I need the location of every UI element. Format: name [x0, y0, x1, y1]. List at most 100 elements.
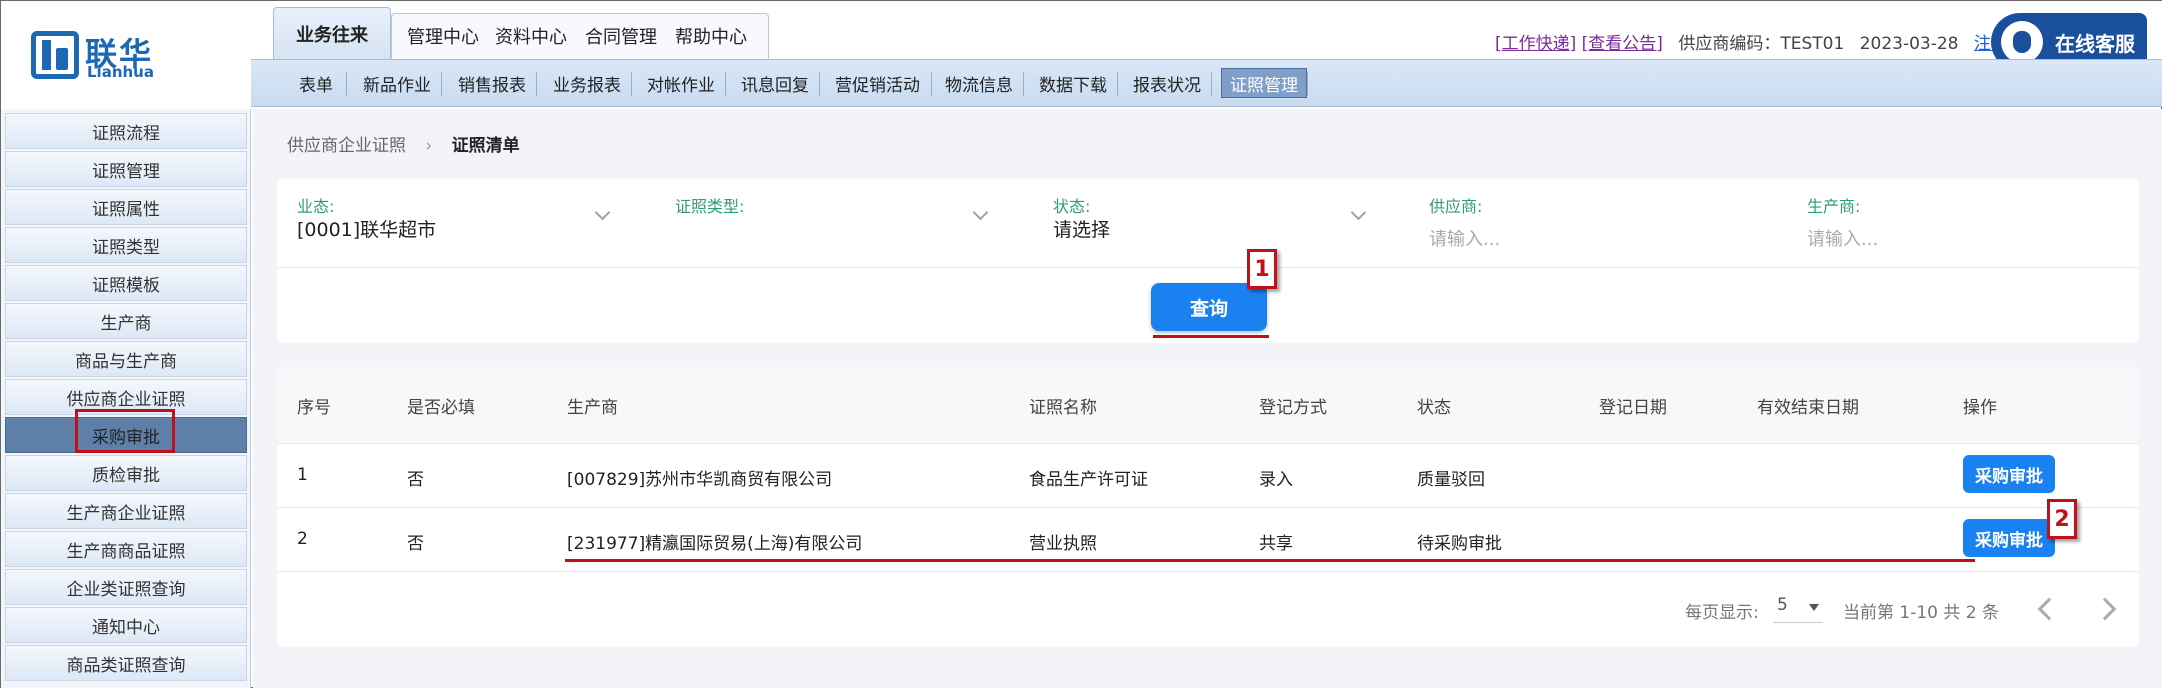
subnav-messages[interactable]: 讯息回复 — [731, 60, 819, 106]
subnav-separator — [1117, 72, 1118, 96]
status-select[interactable]: 请选择 — [1053, 215, 1110, 242]
row-divider — [277, 507, 2139, 508]
supplier-code: 供应商编码：TEST01 — [1678, 34, 1845, 54]
tab-resources[interactable]: 资料中心 — [481, 13, 581, 59]
tab-management[interactable]: 管理中心 — [393, 13, 493, 59]
cell-status: 质量驳回 — [1417, 470, 1485, 490]
cell-no: 1 — [297, 465, 308, 485]
sub-nav: 表单 新品作业 销售报表 业务报表 对帐作业 讯息回复 营促销活动 物流信息 数… — [251, 59, 2162, 107]
query-button[interactable]: 查询 — [1151, 283, 1267, 331]
row-divider — [277, 571, 2139, 572]
subnav-separator — [819, 72, 820, 96]
subnav-separator — [1211, 72, 1212, 96]
subnav-reconciliation[interactable]: 对帐作业 — [637, 60, 725, 106]
cell-license: 营业执照 — [1029, 534, 1097, 554]
brand-logo: 联华 Lianhua — [1, 1, 251, 109]
annotation-step-1: 1 — [1247, 249, 1277, 289]
subnav-separator — [725, 72, 726, 96]
cell-status: 待采购审批 — [1417, 534, 1502, 554]
subnav-license-management[interactable]: 证照管理 — [1221, 68, 1307, 98]
cell-no: 2 — [297, 529, 308, 549]
qq-penguin-icon — [2001, 21, 2043, 63]
table-header — [277, 367, 2139, 443]
announcement-link[interactable]: [查看公告] — [1582, 34, 1663, 54]
subnav-logistics[interactable]: 物流信息 — [935, 60, 1023, 106]
per-page-value: 5 — [1777, 595, 1788, 615]
breadcrumb-parent[interactable]: 供应商企业证照 — [287, 136, 406, 156]
col-header-status: 状态 — [1417, 398, 1451, 418]
breadcrumb: 供应商企业证照 › 证照清单 — [287, 131, 520, 156]
pagination-summary: 当前第 1-10 共 2 条 — [1843, 603, 2000, 623]
sidebar-item-license-attributes[interactable]: 证照属性 — [5, 189, 247, 225]
subnav-separator — [1023, 72, 1024, 96]
logo-en: Lianhua — [87, 63, 154, 81]
col-header-producer: 生产商 — [567, 398, 618, 418]
subnav-report-status[interactable]: 报表状况 — [1123, 60, 1211, 106]
cell-required: 否 — [407, 470, 424, 490]
sidebar-item-producers[interactable]: 生产商 — [5, 303, 247, 339]
col-header-method: 登记方式 — [1259, 398, 1327, 418]
app-window: 联华 Lianhua 业务往来 管理中心 资料中心 合同管理 帮助中心 [工作快… — [0, 0, 2162, 688]
cell-producer: [231977]精瀛国际贸易(上海)有限公司 — [567, 534, 863, 554]
subnav-new-products[interactable]: 新品作业 — [353, 60, 441, 106]
breadcrumb-separator-icon: › — [425, 136, 433, 156]
dropdown-triangle-icon — [1809, 604, 1819, 611]
subnav-promotions[interactable]: 营促销活动 — [825, 60, 930, 106]
business-label: 业态: — [297, 197, 335, 216]
sidebar-item-qc-approval[interactable]: 质检审批 — [5, 455, 247, 491]
producer-label: 生产商: — [1807, 197, 1861, 216]
cell-method: 共享 — [1259, 534, 1293, 554]
purchase-approval-button[interactable]: 采购审批 — [1963, 519, 2055, 557]
breadcrumb-current: 证照清单 — [451, 136, 520, 156]
business-select[interactable]: [0001]联华超市 — [297, 215, 436, 242]
status-label: 状态: — [1053, 197, 1091, 216]
work-express-link[interactable]: [工作快递] — [1495, 34, 1576, 54]
purchase-approval-button[interactable]: 采购审批 — [1963, 455, 2055, 493]
header-links: [工作快递] [查看公告] 供应商编码：TEST01 2023-03-28 注销 — [1495, 29, 2008, 54]
annotation-highlight-sidebar — [75, 409, 175, 453]
cell-producer: [007829]苏州市华凯商贸有限公司 — [567, 470, 833, 490]
subnav-forms[interactable]: 表单 — [289, 60, 343, 106]
sidebar-item-license-management[interactable]: 证照管理 — [5, 151, 247, 187]
subnav-separator — [1307, 72, 1308, 96]
sidebar: 证照流程 证照管理 证照属性 证照类型 证照模板 生产商 商品与生产商 供应商企… — [1, 109, 251, 688]
subnav-separator — [931, 72, 932, 96]
col-header-action: 操作 — [1963, 398, 1997, 418]
col-header-reg-date: 登记日期 — [1599, 398, 1667, 418]
cell-license: 食品生产许可证 — [1029, 470, 1148, 490]
filter-divider — [277, 267, 2139, 268]
sidebar-item-enterprise-license-query[interactable]: 企业类证照查询 — [5, 569, 247, 605]
subnav-separator — [631, 72, 632, 96]
subnav-separator — [536, 72, 537, 96]
tab-business[interactable]: 业务往来 — [273, 7, 391, 59]
sidebar-item-notifications[interactable]: 通知中心 — [5, 607, 247, 643]
cell-method: 录入 — [1259, 470, 1293, 490]
sidebar-item-producer-product-licenses[interactable]: 生产商商品证照 — [5, 531, 247, 567]
sidebar-item-product-license-query[interactable]: 商品类证照查询 — [5, 645, 247, 681]
subnav-separator — [441, 72, 442, 96]
row-divider — [277, 443, 2139, 444]
subnav-sales-report[interactable]: 销售报表 — [448, 60, 536, 106]
lianhua-logo-icon — [31, 31, 79, 79]
cell-required: 否 — [407, 534, 424, 554]
annotation-step-2: 2 — [2047, 499, 2077, 539]
subnav-download[interactable]: 数据下载 — [1029, 60, 1117, 106]
per-page-select[interactable]: 5 — [1773, 595, 1823, 623]
annotation-underline-query — [1153, 335, 1269, 338]
online-service-label: 在线客服 — [2055, 31, 2135, 56]
sidebar-item-license-types[interactable]: 证照类型 — [5, 227, 247, 263]
sidebar-item-producer-licenses[interactable]: 生产商企业证照 — [5, 493, 247, 529]
tab-contracts[interactable]: 合同管理 — [571, 13, 671, 59]
supplier-input[interactable]: 请输入... — [1429, 225, 1500, 251]
per-page-label: 每页显示: — [1685, 603, 1759, 623]
sidebar-item-products-producers[interactable]: 商品与生产商 — [5, 341, 247, 377]
col-header-license: 证照名称 — [1029, 398, 1097, 418]
subnav-business-report[interactable]: 业务报表 — [543, 60, 631, 106]
subnav-separator — [346, 72, 347, 96]
sidebar-item-license-templates[interactable]: 证照模板 — [5, 265, 247, 301]
current-date: 2023-03-28 — [1859, 34, 1959, 54]
tab-help[interactable]: 帮助中心 — [661, 13, 761, 59]
col-header-no: 序号 — [297, 398, 331, 418]
sidebar-item-license-flow[interactable]: 证照流程 — [5, 113, 247, 149]
producer-input[interactable]: 请输入... — [1807, 225, 1878, 251]
